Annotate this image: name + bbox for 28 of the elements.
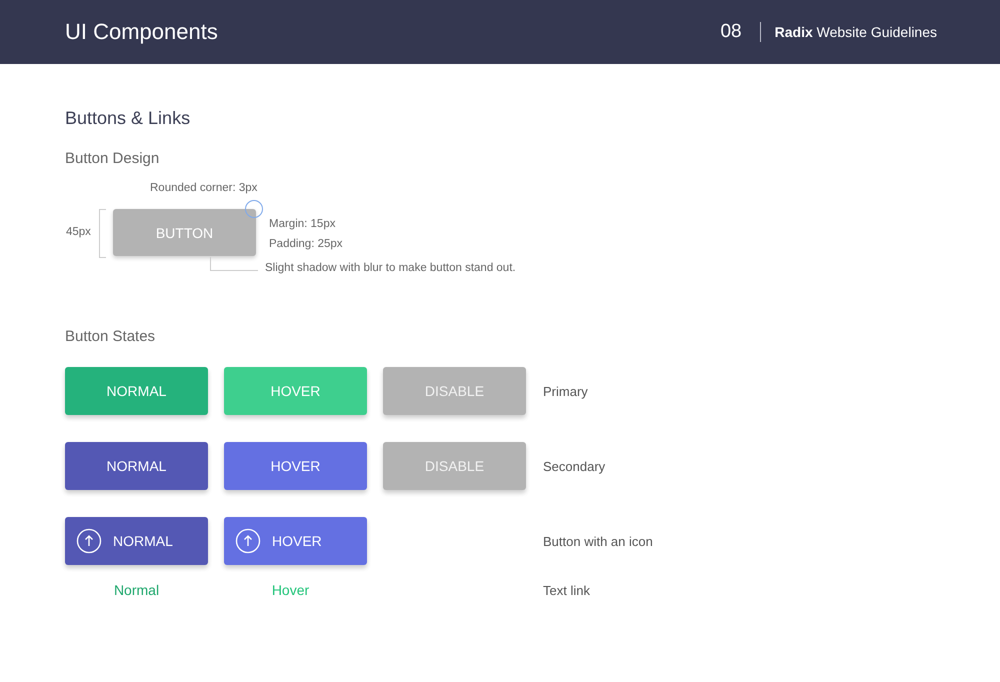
- section-title: Buttons & Links: [65, 107, 192, 129]
- row-label: Primary: [543, 384, 589, 398]
- annotation-text: Slight shadow with blur to make button stand out.: [265, 262, 516, 274]
- button[interactable]: HOVER: [224, 517, 367, 565]
- row-label: Secondary: [543, 458, 606, 474]
- annotation-text: Rounded corner: 3px: [150, 182, 258, 194]
- row-label: Text link: [543, 582, 591, 598]
- subsection-title: Button States: [65, 327, 156, 347]
- leader-line: [210, 257, 258, 271]
- subsection-title: Button Design: [65, 149, 160, 169]
- annotation-text: Padding: 25px: [269, 238, 343, 250]
- corner-highlight-icon: [245, 200, 263, 218]
- dimension-bracket: [99, 209, 106, 258]
- button[interactable]: NORMAL: [65, 442, 208, 490]
- text-link[interactable]: Normal: [114, 582, 160, 598]
- document-title: Radix Website Guidelines: [774, 24, 937, 40]
- text-link[interactable]: Hover: [272, 582, 310, 598]
- arrow-up-circle-icon: [76, 528, 102, 554]
- button[interactable]: HOVER: [224, 442, 367, 490]
- button[interactable]: HOVER: [224, 367, 367, 415]
- page-title: UI Components: [65, 19, 218, 45]
- button[interactable]: NORMAL: [65, 367, 208, 415]
- page-number: 08: [720, 21, 742, 43]
- row-label: Button with an icon: [543, 534, 654, 548]
- annotation-text: Margin: 15px: [269, 218, 336, 230]
- arrow-up-circle-icon: [235, 528, 261, 554]
- button[interactable]: NORMAL: [65, 517, 208, 565]
- dimension-label: 45px: [66, 226, 91, 238]
